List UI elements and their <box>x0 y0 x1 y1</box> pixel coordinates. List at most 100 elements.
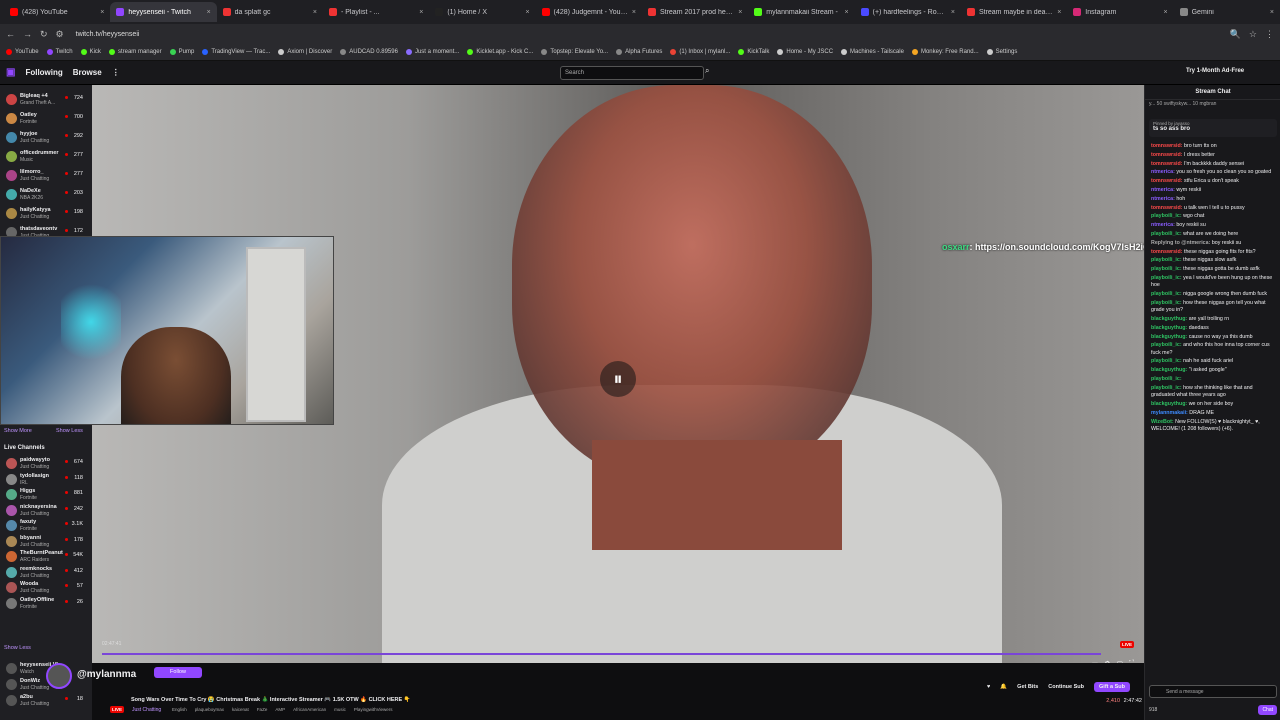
bookmark-item[interactable]: Just a moment... <box>405 49 459 55</box>
stream-tag[interactable]: plaqueboymax <box>195 707 224 712</box>
browser-tab[interactable]: (+) hardfeelings - Roblox × <box>855 2 961 22</box>
reload-icon[interactable]: ↻ <box>40 29 48 40</box>
chat-username[interactable]: ntmerica: <box>1151 196 1175 202</box>
search-icon[interactable]: ⌕ <box>705 66 717 80</box>
chat-username[interactable]: blackguythug: <box>1151 367 1187 373</box>
back-icon[interactable]: ← <box>6 29 15 39</box>
bookmark-item[interactable]: Twitch <box>46 49 73 55</box>
bookmark-item[interactable]: AUDCAD 0.89596 <box>340 49 398 55</box>
prime-ad-free-link[interactable]: Try 1-Month Ad-Free <box>1186 68 1244 74</box>
follow-button[interactable]: Follow <box>154 667 202 678</box>
chat-username[interactable]: playboili_ic: <box>1151 376 1182 382</box>
show-more-link[interactable]: Show More <box>4 428 32 434</box>
search-input[interactable]: Search <box>560 66 704 80</box>
chat-username[interactable]: playboili_ic: <box>1151 213 1182 219</box>
zoom-icon[interactable]: 🔍 <box>1230 29 1241 40</box>
sidebar-channel[interactable]: Oatley Fortnite 700 <box>0 110 92 129</box>
stream-tag[interactable]: PlayingwithViewers <box>354 707 393 712</box>
browser-tab[interactable]: - Playlist - ... × <box>323 2 429 22</box>
browser-tab[interactable]: Stream 2017 prod hexx - by × <box>642 2 748 22</box>
channel-points[interactable]: 918 <box>1149 707 1157 713</box>
chat-username[interactable]: tomnswrsid: <box>1151 152 1183 158</box>
sidebar-channel[interactable]: officedrummer Music 277 <box>0 148 92 167</box>
chat-username[interactable]: ntmerica: <box>1151 169 1175 175</box>
chat-username[interactable]: WizeBot: <box>1151 419 1174 425</box>
close-tab-icon[interactable]: × <box>1057 9 1061 16</box>
stream-tag[interactable]: music <box>334 707 346 712</box>
close-tab-icon[interactable]: × <box>1270 9 1274 16</box>
show-less-link[interactable]: Show Less <box>56 428 83 434</box>
bookmark-item[interactable]: YouTube <box>6 49 39 55</box>
bookmark-item[interactable]: Kicklet.app - Kick C... <box>467 49 533 55</box>
gift-leaderboard[interactable]: y... 50 swiftyskyw... 10 mgbran <box>1149 101 1279 107</box>
bookmark-item[interactable]: Home - My JSCC <box>777 49 833 55</box>
browser-tab[interactable]: (428) Judgemnt - YouTube × <box>536 2 642 22</box>
chat-username[interactable]: tomnswrsid: <box>1151 249 1183 255</box>
close-tab-icon[interactable]: × <box>526 9 530 16</box>
browser-tab[interactable]: Instagram × <box>1067 2 1173 22</box>
browser-tab[interactable]: (428) YouTube × <box>4 2 110 22</box>
sidebar-channel[interactable]: hyyjoe Just Chatting 292 <box>0 129 92 148</box>
chat-input[interactable]: Send a message <box>1149 685 1277 698</box>
continue-sub-button[interactable]: Continue Sub <box>1048 684 1084 690</box>
close-tab-icon[interactable]: × <box>419 9 423 16</box>
bookmark-item[interactable]: Pump <box>169 49 194 55</box>
close-tab-icon[interactable]: × <box>313 9 317 16</box>
bookmark-item[interactable]: Settings <box>986 49 1017 55</box>
browser-tab[interactable]: da splatt gc × <box>217 2 323 22</box>
sidebar-channel[interactable]: NaDeXe NBA 2K26 203 <box>0 186 92 205</box>
chat-username[interactable]: playboili_ic: <box>1151 385 1182 391</box>
browser-tab[interactable]: heyysenseii - Twitch × <box>110 2 217 22</box>
chat-username[interactable]: playboili_ic: <box>1151 342 1182 348</box>
stream-tag[interactable]: AfricanAmerican <box>293 707 326 712</box>
chat-username[interactable]: tomnswrsid: <box>1151 205 1183 211</box>
stream-tag[interactable]: English <box>172 707 187 712</box>
bookmark-item[interactable]: (1) Inbox | mylanl... <box>670 49 730 55</box>
chat-username[interactable]: playboili_ic: <box>1151 275 1182 281</box>
sidebar-channel[interactable]: hailyKatyya Just Chatting 198 <box>0 205 92 224</box>
heart-icon[interactable]: ♥ <box>987 684 990 690</box>
close-tab-icon[interactable]: × <box>632 9 636 16</box>
close-tab-icon[interactable]: × <box>1164 9 1168 16</box>
pause-icon[interactable]: ⏸ <box>600 361 636 397</box>
chat-username[interactable]: blackguythug: <box>1151 401 1187 407</box>
close-tab-icon[interactable]: × <box>207 9 211 16</box>
bookmark-item[interactable]: KickTalk <box>738 49 769 55</box>
sidebar-channel[interactable]: OatleyOffline Fortnite 26 <box>0 595 92 614</box>
chat-username[interactable]: playboili_ic: <box>1151 291 1182 297</box>
bookmark-item[interactable]: Alpha Futures <box>616 49 662 55</box>
show-less-link-2[interactable]: Show Less <box>4 645 31 651</box>
chat-username[interactable]: tomnswrsid: <box>1151 143 1183 149</box>
sidebar-channel[interactable]: Bigleaq +4 Grand Theft A... 724 <box>0 91 92 110</box>
chat-username[interactable]: Replying to @ntmerica: <box>1151 240 1210 246</box>
bookmark-item[interactable]: Topstep: Elevate Yo... <box>541 49 608 55</box>
close-tab-icon[interactable]: × <box>951 9 955 16</box>
browser-tab[interactable]: Gemini × <box>1174 2 1280 22</box>
chat-username[interactable]: tomnswrsid: <box>1151 178 1183 184</box>
close-tab-icon[interactable]: × <box>100 9 104 16</box>
more-icon[interactable]: ⋮ <box>112 68 120 77</box>
chat-username[interactable]: playboili_ic: <box>1151 358 1182 364</box>
bookmark-item[interactable]: TradingView — Trac... <box>202 49 270 55</box>
gift-sub-button[interactable]: Gift a Sub <box>1094 682 1130 692</box>
bookmark-star-icon[interactable]: ☆ <box>1249 29 1257 40</box>
stream-tag[interactable]: kaicenat <box>232 707 249 712</box>
chat-username[interactable]: ntmerica: <box>1151 187 1175 193</box>
chat-username[interactable]: blackguythug: <box>1151 325 1187 331</box>
chat-username[interactable]: playboili_ic: <box>1151 300 1182 306</box>
browser-tab[interactable]: mylannmakaii Stream - × <box>748 2 854 22</box>
bookmark-item[interactable]: Kick <box>80 49 101 55</box>
channel-avatar[interactable] <box>46 663 72 689</box>
progress-bar[interactable] <box>102 653 1102 655</box>
chat-username[interactable]: playboili_ic: <box>1151 231 1182 237</box>
menu-icon[interactable]: ⋮ <box>1265 29 1274 40</box>
browse-link[interactable]: Browse <box>73 68 102 77</box>
bookmark-item[interactable]: Axiom | Discover <box>278 49 332 55</box>
bookmark-item[interactable]: Machines - Tailscale <box>841 49 904 55</box>
url-field[interactable]: twitch.tv/heyysenseii <box>76 31 140 38</box>
notification-bell-icon[interactable]: 🔔 <box>1000 684 1007 690</box>
chat-username[interactable]: blackguythug: <box>1151 334 1187 340</box>
chat-send-button[interactable]: Chat <box>1258 705 1277 715</box>
get-bits-button[interactable]: Get Bits <box>1017 684 1038 690</box>
chat-username[interactable]: playboili_ic: <box>1151 257 1182 263</box>
